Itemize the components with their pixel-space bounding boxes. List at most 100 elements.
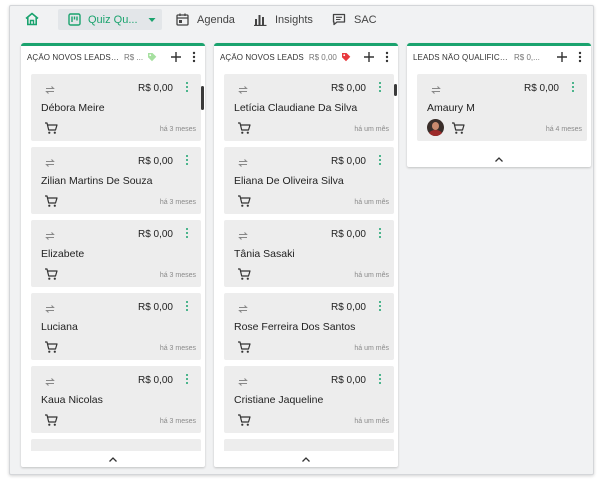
app-window: Quiz Qu... Agenda Insights SAC AÇÃO NOVO… [9,5,594,475]
column-card-list: R$ 0,00 Débora Meire há 3 meses R$ 0,00 … [21,74,205,451]
column-card-list: R$ 0,00 Letícia Claudiane Da Silva há um… [214,74,398,451]
lead-card[interactable]: R$ 0,00 Tânia Sasaki há um mês [224,220,394,287]
tab-insights-label: Insights [275,13,313,26]
more-vertical-icon[interactable] [570,81,576,93]
deal-value: R$ 0,00 [330,229,366,240]
lead-card[interactable]: R$ 0,00 Letícia Claudiane Da Silva há um… [224,74,394,141]
more-vertical-icon[interactable] [377,81,383,93]
sync-icon [45,159,55,167]
shopping-cart-icon[interactable] [44,267,58,281]
calendar-icon [176,13,189,26]
more-vertical-icon[interactable] [377,373,383,385]
lead-card[interactable]: R$ 0,00 Débora Meire há 3 meses [31,74,201,141]
chevron-down-icon[interactable] [148,17,156,23]
shopping-cart-icon[interactable] [237,121,251,135]
more-vertical-icon[interactable] [381,50,393,64]
shopping-cart-icon[interactable] [237,413,251,427]
add-card-icon[interactable] [555,50,569,64]
bar-chart-icon [254,15,267,26]
lead-name: Zilian Martins De Souza [41,175,153,187]
column-header: AÇÃO NOVOS LEADS - ... R$ ... [21,46,205,68]
shopping-cart-icon[interactable] [237,194,251,208]
sync-icon [45,378,55,386]
lead-name: Tânia Sasaki [234,248,295,260]
column-header: AÇÃO NOVOS LEADS R$ 0,00 [214,46,398,68]
shopping-cart-icon[interactable] [44,194,58,208]
lead-name: Kaua Nicolas [41,394,103,406]
column-total-value: R$ 0,00 [308,52,337,62]
more-vertical-icon[interactable] [377,154,383,166]
lead-card[interactable]: R$ 0,00 Zilian Martins De Souza há 3 mes… [31,147,201,214]
column-title: AÇÃO NOVOS LEADS - ... [27,52,119,62]
tab-insights[interactable]: Insights [253,9,313,30]
chevron-up-icon[interactable] [301,456,311,463]
last-activity-date: há um mês [354,126,389,133]
top-navigation: Quiz Qu... Agenda Insights SAC [10,6,593,32]
lead-card-partial[interactable] [224,439,394,451]
lead-card[interactable]: R$ 0,00 Eliana De Oliveira Silva há um m… [224,147,394,214]
add-card-icon[interactable] [362,50,376,64]
chevron-up-icon[interactable] [108,456,118,463]
more-vertical-icon[interactable] [184,373,190,385]
lead-name: Amaury M [427,102,475,114]
lead-card[interactable]: R$ 0,00 Elizabete há 3 meses [31,220,201,287]
lead-name: Letícia Claudiane Da Silva [234,102,358,114]
shopping-cart-icon[interactable] [451,121,465,135]
pipeline-column: LEADS NÃO QUALIFICAD... R$ 0,... R$ 0,00… [407,43,591,167]
lead-name: Cristiane Jaqueline [234,394,324,406]
last-activity-date: há 3 meses [159,199,196,206]
more-vertical-icon[interactable] [377,300,383,312]
deal-value: R$ 0,00 [330,375,366,386]
home-icon[interactable] [24,11,40,27]
deal-value: R$ 0,00 [330,83,366,94]
pipeline-column: AÇÃO NOVOS LEADS R$ 0,00 R$ 0,00 Letícia… [214,43,398,467]
sync-icon [238,232,248,240]
tab-agenda-label: Agenda [197,13,235,26]
more-vertical-icon[interactable] [184,154,190,166]
column-footer [407,151,591,167]
more-vertical-icon[interactable] [188,50,200,64]
lead-card[interactable]: R$ 0,00 Rose Ferreira Dos Santos há um m… [224,293,394,360]
lead-card[interactable]: R$ 0,00 Kaua Nicolas há 3 meses [31,366,201,433]
lead-card[interactable]: R$ 0,00 Amaury M há 4 meses [417,74,587,141]
lead-card[interactable]: R$ 0,00 Luciana há 3 meses [31,293,201,360]
sync-icon [238,159,248,167]
tag-icon[interactable] [147,52,157,62]
lead-name: Luciana [41,321,78,333]
tab-sac[interactable]: SAC [332,9,377,30]
more-vertical-icon[interactable] [184,300,190,312]
tag-icon[interactable] [341,52,351,62]
deal-value: R$ 0,00 [137,375,173,386]
lead-card-partial[interactable] [31,439,201,451]
tab-agenda[interactable]: Agenda [176,9,235,30]
shopping-cart-icon[interactable] [237,267,251,281]
column-header: LEADS NÃO QUALIFICAD... R$ 0,... [407,46,591,68]
shopping-cart-icon[interactable] [44,413,58,427]
last-activity-date: há um mês [354,345,389,352]
column-card-list: R$ 0,00 Amaury M há 4 meses [407,74,591,151]
column-title: AÇÃO NOVOS LEADS [220,52,304,62]
last-activity-date: há 3 meses [159,272,196,279]
more-vertical-icon[interactable] [377,227,383,239]
deal-value: R$ 0,00 [330,302,366,313]
avatar[interactable] [427,119,444,136]
shopping-cart-icon[interactable] [44,340,58,354]
shopping-cart-icon[interactable] [237,340,251,354]
deal-value: R$ 0,00 [330,156,366,167]
deal-value: R$ 0,00 [137,83,173,94]
last-activity-date: há um mês [354,272,389,279]
more-vertical-icon[interactable] [184,81,190,93]
deal-value: R$ 0,00 [137,156,173,167]
more-vertical-icon[interactable] [574,50,586,64]
tab-quiz[interactable]: Quiz Qu... [58,9,162,30]
shopping-cart-icon[interactable] [44,121,58,135]
pipeline-column: AÇÃO NOVOS LEADS - ... R$ ... R$ 0,00 Dé… [21,43,205,467]
more-vertical-icon[interactable] [184,227,190,239]
chevron-up-icon[interactable] [494,156,504,163]
lead-name: Débora Meire [41,102,105,114]
add-card-icon[interactable] [169,50,183,64]
sync-icon [238,378,248,386]
lead-card[interactable]: R$ 0,00 Cristiane Jaqueline há um mês [224,366,394,433]
lead-name: Rose Ferreira Dos Santos [234,321,356,333]
chat-icon [332,13,346,26]
